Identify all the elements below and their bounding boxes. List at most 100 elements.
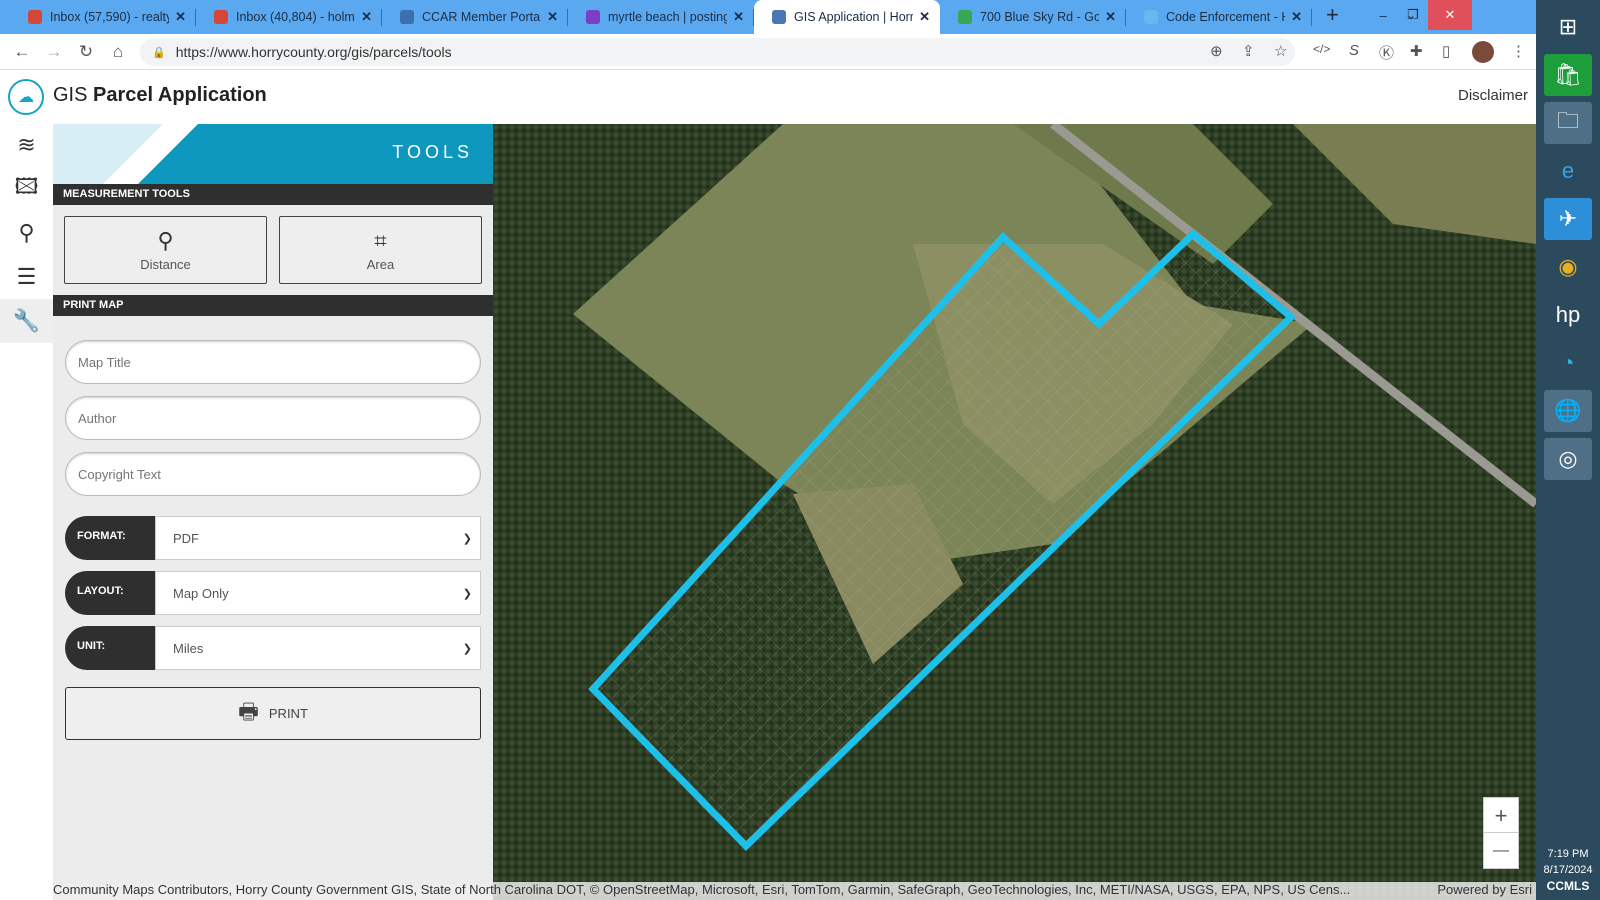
file-explorer-icon[interactable]: 🗀 bbox=[1544, 102, 1592, 144]
map-view[interactable]: + — bbox=[493, 124, 1536, 900]
extension-s-icon[interactable]: S bbox=[1349, 42, 1359, 59]
close-tab-icon[interactable]: ✕ bbox=[1105, 9, 1116, 25]
reload-button[interactable]: ↻ bbox=[70, 42, 102, 62]
profile-avatar[interactable] bbox=[1472, 41, 1494, 63]
url-field[interactable]: 🔒 https://www.horrycounty.org/gis/parcels… bbox=[140, 38, 1295, 66]
author-input[interactable] bbox=[78, 410, 468, 426]
internet-explorer-icon[interactable]: e bbox=[1544, 150, 1592, 192]
powered-by-esri-link[interactable]: Powered by Esri bbox=[1433, 882, 1536, 900]
format-label: FORMAT: bbox=[65, 516, 155, 560]
restore-button[interactable]: ❐ bbox=[1398, 7, 1428, 23]
back-button[interactable]: ← bbox=[6, 42, 38, 62]
chevron-down-icon: ❯ bbox=[462, 532, 472, 545]
bookmark-star-icon[interactable]: ☆ bbox=[1274, 42, 1287, 60]
side-panel-icon[interactable]: ▯ bbox=[1442, 42, 1450, 60]
store-icon[interactable]: 🛍 bbox=[1544, 54, 1592, 96]
extensions-puzzle-icon[interactable]: ✚ bbox=[1410, 42, 1423, 60]
browser-tab[interactable]: Inbox (57,590) - realtyg ✕ bbox=[10, 0, 196, 34]
unit-select[interactable]: UNIT: Miles ❯ bbox=[65, 626, 481, 670]
zoom-icon[interactable]: ⊕ bbox=[1210, 42, 1223, 60]
windows-start-icon[interactable]: ⊞ bbox=[1544, 6, 1592, 48]
print-map-header: PRINT MAP bbox=[53, 295, 493, 316]
copyright-field[interactable] bbox=[65, 452, 481, 496]
tab-title: myrtle beach | posting bbox=[608, 10, 728, 24]
app-rocket-icon[interactable]: ✈ bbox=[1544, 198, 1592, 240]
windows-sidebar-taskbar: ⊞ 🛍 🗀 e ✈ ◉ hp ◔ 🌐 ◎ 7:19 PM 8/17/2024 C… bbox=[1536, 0, 1600, 900]
disclaimer-link[interactable]: Disclaimer bbox=[1458, 87, 1528, 104]
app-title: GIS Parcel Application bbox=[53, 84, 267, 106]
browser-tab-bar: Inbox (57,590) - realtyg ✕ Inbox (40,804) … bbox=[0, 0, 1536, 34]
extension-code-icon[interactable]: </> bbox=[1313, 42, 1330, 56]
gmail-icon bbox=[28, 10, 42, 24]
zoom-control: + — bbox=[1483, 797, 1519, 869]
browser-tab[interactable]: CCAR Member Portal ✕ bbox=[382, 0, 568, 34]
new-tab-button[interactable]: + bbox=[1326, 2, 1339, 28]
browser-tab[interactable]: 700 Blue Sky Rd - Goo ✕ bbox=[940, 0, 1126, 34]
clock-date: 8/17/2024 bbox=[1543, 864, 1593, 876]
tools-panel: TOOLS MEASUREMENT TOOLS ⚲ Distance ⌗ Area … bbox=[53, 124, 493, 884]
list-icon[interactable]: ☰ bbox=[0, 255, 53, 299]
close-tab-icon[interactable]: ✕ bbox=[361, 9, 372, 25]
search-icon[interactable]: ⚲ bbox=[0, 211, 53, 255]
tools-wrench-icon[interactable]: 🔧 bbox=[0, 299, 53, 343]
minimize-button[interactable]: – bbox=[1368, 8, 1398, 23]
author-field[interactable] bbox=[65, 396, 481, 440]
ccmls-watermark: CCMLS bbox=[1546, 879, 1590, 893]
globe-app-icon[interactable]: 🌐 bbox=[1544, 390, 1592, 432]
map-title-input[interactable] bbox=[78, 354, 468, 370]
share-icon[interactable]: ⇪ bbox=[1242, 42, 1255, 60]
format-select[interactable]: FORMAT: PDF ❯ bbox=[65, 516, 481, 560]
extension-k-icon[interactable]: Ⓚ bbox=[1379, 42, 1394, 63]
map-title-field[interactable] bbox=[65, 340, 481, 384]
close-tab-icon[interactable]: ✕ bbox=[175, 9, 186, 25]
tab-title: Inbox (57,590) - realtyg bbox=[50, 10, 170, 24]
peace-icon bbox=[586, 10, 600, 24]
hp-icon[interactable]: hp bbox=[1544, 294, 1592, 336]
distance-label: Distance bbox=[140, 257, 191, 272]
area-button[interactable]: ⌗ Area bbox=[279, 216, 482, 284]
ccar-icon bbox=[400, 10, 414, 24]
tab-title: Inbox (40,804) - holme bbox=[236, 10, 356, 24]
layout-label: LAYOUT: bbox=[65, 571, 155, 615]
chevron-down-icon: ❯ bbox=[462, 642, 472, 655]
forward-button[interactable]: → bbox=[38, 42, 70, 62]
distance-button[interactable]: ⚲ Distance bbox=[64, 216, 267, 284]
layout-select[interactable]: LAYOUT: Map Only ❯ bbox=[65, 571, 481, 615]
browser-tab[interactable]: myrtle beach | posting ✕ bbox=[568, 0, 754, 34]
chrome-menu-icon[interactable]: ⋮ bbox=[1511, 42, 1526, 60]
panel-title-bar: TOOLS bbox=[53, 124, 493, 184]
chevron-down-icon: ❯ bbox=[462, 587, 472, 600]
print-button[interactable]: 🖶 PRINT bbox=[65, 687, 481, 740]
browser-tab[interactable]: GIS Application | Horry ✕ bbox=[754, 0, 940, 34]
printer-icon: 🖶 bbox=[238, 698, 259, 724]
zoom-in-button[interactable]: + bbox=[1484, 798, 1518, 833]
gis-icon bbox=[772, 10, 786, 24]
browser-tab[interactable]: Code Enforcement - Ho ✕ bbox=[1126, 0, 1312, 34]
chrome-icon[interactable]: ◎ bbox=[1544, 438, 1592, 480]
browser-tab[interactable]: Inbox (40,804) - holme ✕ bbox=[196, 0, 382, 34]
address-bar-row: ← → ↻ ⌂ 🔒 https://www.horrycounty.org/gis… bbox=[0, 34, 1536, 70]
lock-icon: 🔒 bbox=[152, 46, 166, 59]
close-window-button[interactable]: ✕ bbox=[1428, 0, 1472, 30]
clock-time: 7:19 PM bbox=[1547, 848, 1589, 860]
measurement-tools-header: MEASUREMENT TOOLS bbox=[53, 184, 493, 205]
area-label: Area bbox=[366, 257, 395, 272]
close-tab-icon[interactable]: ✕ bbox=[919, 9, 930, 25]
close-tab-icon[interactable]: ✕ bbox=[547, 9, 558, 25]
close-tab-icon[interactable]: ✕ bbox=[1291, 9, 1302, 25]
edge-icon[interactable]: ◔ bbox=[1544, 342, 1592, 384]
system-clock[interactable]: 7:19 PM 8/17/2024 CCMLS bbox=[1536, 846, 1600, 894]
left-nav: ≋ 🖾 ⚲ ☰ 🔧 bbox=[0, 123, 53, 900]
maps-pin-icon bbox=[958, 10, 972, 24]
url-text: https://www.horrycounty.org/gis/parcels/… bbox=[175, 44, 452, 60]
basemap-image-icon[interactable]: 🖾 bbox=[0, 167, 53, 211]
layers-icon[interactable]: ≋ bbox=[0, 123, 53, 167]
home-button[interactable]: ⌂ bbox=[102, 42, 134, 62]
map-attribution: Community Maps Contributors, Horry Count… bbox=[53, 882, 1536, 900]
copyright-input[interactable] bbox=[78, 466, 468, 482]
format-value: PDF bbox=[173, 530, 199, 546]
tab-title: Code Enforcement - Ho bbox=[1166, 10, 1286, 24]
media-player-icon[interactable]: ◉ bbox=[1544, 246, 1592, 288]
close-tab-icon[interactable]: ✕ bbox=[733, 9, 744, 25]
zoom-out-button[interactable]: — bbox=[1484, 833, 1518, 868]
